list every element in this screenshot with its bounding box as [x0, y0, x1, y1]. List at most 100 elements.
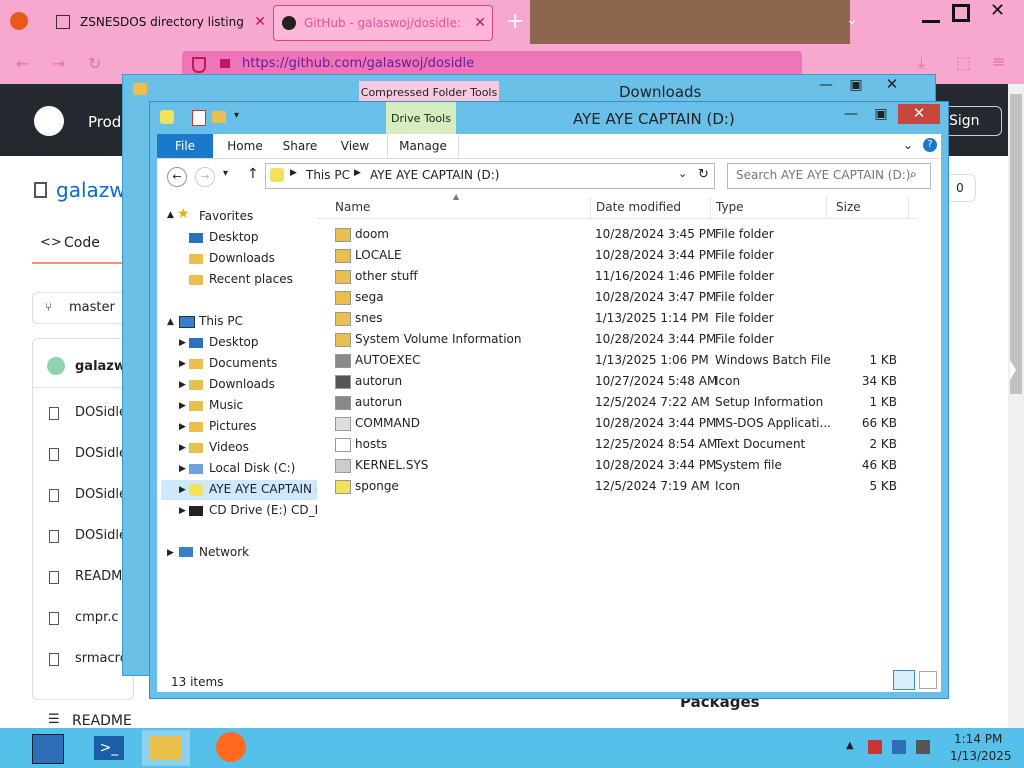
minimize-button[interactable]: —	[838, 106, 864, 126]
branch-selector[interactable]: ⑂ master	[32, 292, 134, 324]
nav-pc-local-disk[interactable]: Local Disk (C:)	[209, 461, 295, 475]
column-size[interactable]: Size	[836, 196, 909, 218]
column-type[interactable]: Type	[716, 196, 827, 218]
breadcrumb-drive[interactable]: AYE AYE CAPTAIN (D:)	[370, 168, 499, 182]
back-icon[interactable]: ←	[16, 54, 29, 73]
close-button[interactable]: ✕	[898, 104, 940, 124]
chevron-down-icon[interactable]: ⌄	[678, 167, 687, 180]
expand-icon[interactable]: ▶	[179, 359, 186, 369]
chevron-down-icon[interactable]: ⌄	[846, 12, 858, 28]
nav-pc-desktop[interactable]: Desktop	[209, 335, 259, 349]
maximize-button[interactable]: ▣	[843, 77, 869, 97]
expand-icon[interactable]: ▶	[179, 443, 186, 453]
file-row[interactable]: sponge 12/5/2024 7:19 AM Icon 5 KB	[331, 476, 911, 497]
clock-date[interactable]: 1/13/2025	[950, 749, 1012, 763]
tab-share[interactable]: Share	[275, 134, 325, 158]
nav-pc-videos[interactable]: Videos	[209, 440, 249, 454]
file-row[interactable]: AUTOEXEC 1/13/2025 1:06 PM Windows Batch F…	[331, 350, 911, 371]
close-button[interactable]: ✕	[879, 75, 905, 95]
expand-icon[interactable]: ▶	[179, 380, 186, 390]
file-row[interactable]: System Volume Information 10/28/2024 3:44…	[331, 329, 911, 350]
file-row[interactable]: KERNEL.SYS 10/28/2024 3:44 PM System file 4…	[331, 455, 911, 476]
server-manager-icon[interactable]	[26, 730, 74, 766]
large-icons-view-icon[interactable]	[919, 671, 937, 689]
breadcrumb-this-pc[interactable]: This PC	[306, 168, 350, 182]
nav-pc-pictures[interactable]: Pictures	[209, 419, 257, 433]
tray-flag-icon[interactable]	[868, 740, 882, 754]
tray-volume-icon[interactable]	[916, 740, 930, 754]
powershell-icon[interactable]: >_	[86, 730, 134, 766]
file-row[interactable]: snes 1/13/2025 1:14 PM File folder	[331, 308, 911, 329]
expand-icon[interactable]: ▶	[179, 485, 186, 495]
file-row[interactable]: hosts 12/25/2024 8:54 AM Text Document 2 KB	[331, 434, 911, 455]
maximize-button[interactable]	[952, 4, 970, 22]
search-box[interactable]: Search AYE AYE CAPTAIN (D:) ⌕	[727, 163, 931, 189]
file-row[interactable]: autorun 10/27/2024 5:48 AM Icon 34 KB	[331, 371, 911, 392]
tab-code[interactable]: Code	[64, 235, 100, 251]
nav-pc-cd-drive[interactable]: CD Drive (E:) CD_ROM	[209, 503, 317, 517]
file-row[interactable]: COMMAND 10/28/2024 3:44 PM MS-DOS Applicat…	[331, 413, 911, 434]
file-row[interactable]: other stuff 11/16/2024 1:46 PM File folder	[331, 266, 911, 287]
forward-icon[interactable]: →	[195, 167, 215, 187]
nav-pc-documents[interactable]: Documents	[209, 356, 277, 370]
tray-chevron-icon[interactable]: ▲	[846, 740, 854, 751]
expand-icon[interactable]: ▲	[167, 317, 174, 327]
tab-home[interactable]: Home	[219, 134, 271, 158]
tab-file[interactable]: File	[157, 134, 213, 158]
forward-icon[interactable]: →	[52, 54, 65, 73]
refresh-icon[interactable]: ↻	[698, 167, 709, 182]
nav-fav-recent[interactable]: Recent places	[209, 272, 293, 286]
details-view-icon[interactable]	[893, 670, 915, 690]
extensions-icon[interactable]: ⬚	[956, 53, 971, 72]
nav-favorites[interactable]: Favorites	[199, 209, 253, 223]
minimize-button[interactable]	[922, 6, 940, 23]
menu-icon[interactable]: ≡	[992, 52, 1005, 71]
tab-manage[interactable]: Manage	[387, 134, 459, 158]
github-logo-icon[interactable]	[34, 106, 64, 136]
file-link[interactable]: DOSidle	[75, 487, 127, 502]
nav-fav-downloads[interactable]: Downloads	[209, 251, 275, 265]
firefox-icon[interactable]	[208, 730, 256, 766]
file-link[interactable]: DOSidle	[75, 528, 127, 543]
file-explorer-icon[interactable]	[142, 730, 190, 766]
explorer-window[interactable]: ▾ Drive Tools AYE AYE CAPTAIN (D:) — ▣ ✕…	[149, 101, 949, 699]
tab-view[interactable]: View	[331, 134, 379, 158]
expand-icon[interactable]: ▲	[167, 210, 174, 220]
address-bar[interactable]: ▶ This PC ▶ AYE AYE CAPTAIN (D:) ⌄ ↻	[265, 163, 715, 189]
expand-icon[interactable]: ▶	[179, 422, 186, 432]
nav-fav-desktop[interactable]: Desktop	[209, 230, 259, 244]
column-name[interactable]: Name	[335, 196, 591, 218]
nav-pc-aye-aye-captain[interactable]: AYE AYE CAPTAIN (D:)	[209, 482, 317, 496]
recent-locations-icon[interactable]: ▾	[223, 168, 228, 179]
file-link[interactable]: DOSidle	[75, 446, 127, 461]
nav-this-pc[interactable]: This PC	[199, 314, 243, 328]
new-tab-button[interactable]: +	[506, 9, 524, 34]
nav-pc-music[interactable]: Music	[209, 398, 243, 412]
nav-pc-downloads[interactable]: Downloads	[209, 377, 275, 391]
expand-icon[interactable]: ▶	[179, 338, 186, 348]
folder-icon[interactable]	[212, 111, 226, 123]
product-menu[interactable]: Prod	[88, 113, 121, 131]
file-link[interactable]: DOSidle	[75, 405, 127, 420]
expand-icon[interactable]: ▶	[179, 506, 186, 516]
clock-time[interactable]: 1:14 PM	[954, 732, 1002, 746]
file-link[interactable]: srmacro	[75, 651, 128, 666]
file-row[interactable]: doom 10/28/2024 3:45 PM File folder	[331, 224, 911, 245]
scrollbar-thumb[interactable]	[1010, 94, 1022, 394]
tray-network-icon[interactable]	[892, 740, 906, 754]
maximize-button[interactable]: ▣	[868, 106, 894, 126]
tab-github[interactable]: GitHub - galaswoj/dosidle: a p ✕	[273, 5, 493, 41]
properties-icon[interactable]	[192, 110, 206, 126]
expand-icon[interactable]: ▶	[167, 548, 174, 558]
help-icon[interactable]: ?	[923, 138, 937, 152]
column-date[interactable]: Date modified	[596, 196, 711, 218]
tab-zsnesdos[interactable]: ZSNESDOS directory listing ✕	[44, 5, 266, 39]
close-icon[interactable]: ✕	[474, 15, 486, 31]
file-row[interactable]: autorun 12/5/2024 7:22 AM Setup Informatio…	[331, 392, 911, 413]
download-icon[interactable]: ⤓	[918, 53, 925, 73]
chevron-down-icon[interactable]: ▾	[234, 110, 239, 121]
back-icon[interactable]: ←	[167, 167, 187, 187]
close-window-button[interactable]: ✕	[990, 0, 1005, 21]
expand-icon[interactable]: ▶	[179, 464, 186, 474]
minimize-button[interactable]: —	[813, 77, 839, 97]
